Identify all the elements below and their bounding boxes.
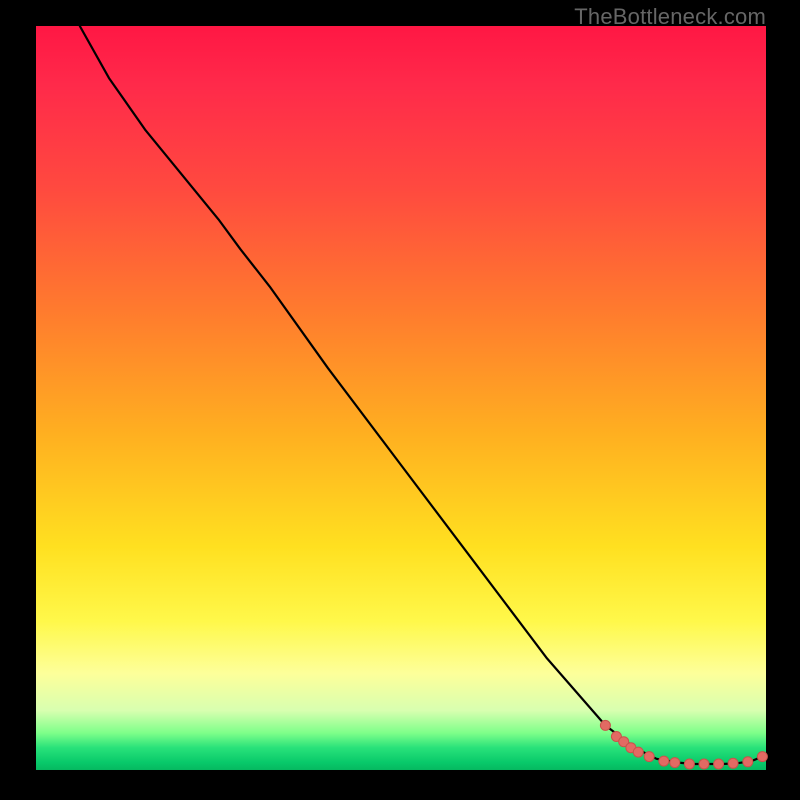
curve-markers: [600, 720, 767, 769]
curve-marker: [714, 759, 724, 769]
plot-area: [36, 26, 766, 770]
bottleneck-curve: [80, 26, 763, 764]
curve-layer: [36, 26, 766, 770]
curve-marker: [659, 756, 669, 766]
curve-marker: [743, 757, 753, 767]
curve-marker: [757, 752, 767, 762]
curve-marker: [644, 752, 654, 762]
curve-marker: [600, 720, 610, 730]
curve-marker: [633, 747, 643, 757]
curve-marker: [684, 759, 694, 769]
curve-marker: [728, 758, 738, 768]
chart-frame: TheBottleneck.com: [0, 0, 800, 800]
curve-marker: [699, 759, 709, 769]
curve-marker: [670, 758, 680, 768]
